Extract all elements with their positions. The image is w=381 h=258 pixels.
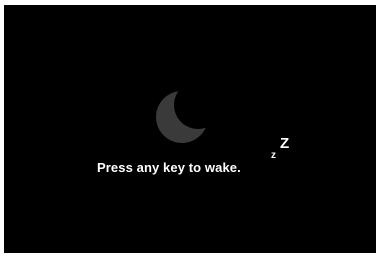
snore-z-large: Z (280, 135, 290, 152)
snore-z-small: z (271, 150, 276, 161)
moon-icon (156, 91, 208, 143)
sleep-screen[interactable]: Press any key to wake. z Z (4, 5, 376, 253)
wake-message: Press any key to wake. (97, 160, 241, 175)
